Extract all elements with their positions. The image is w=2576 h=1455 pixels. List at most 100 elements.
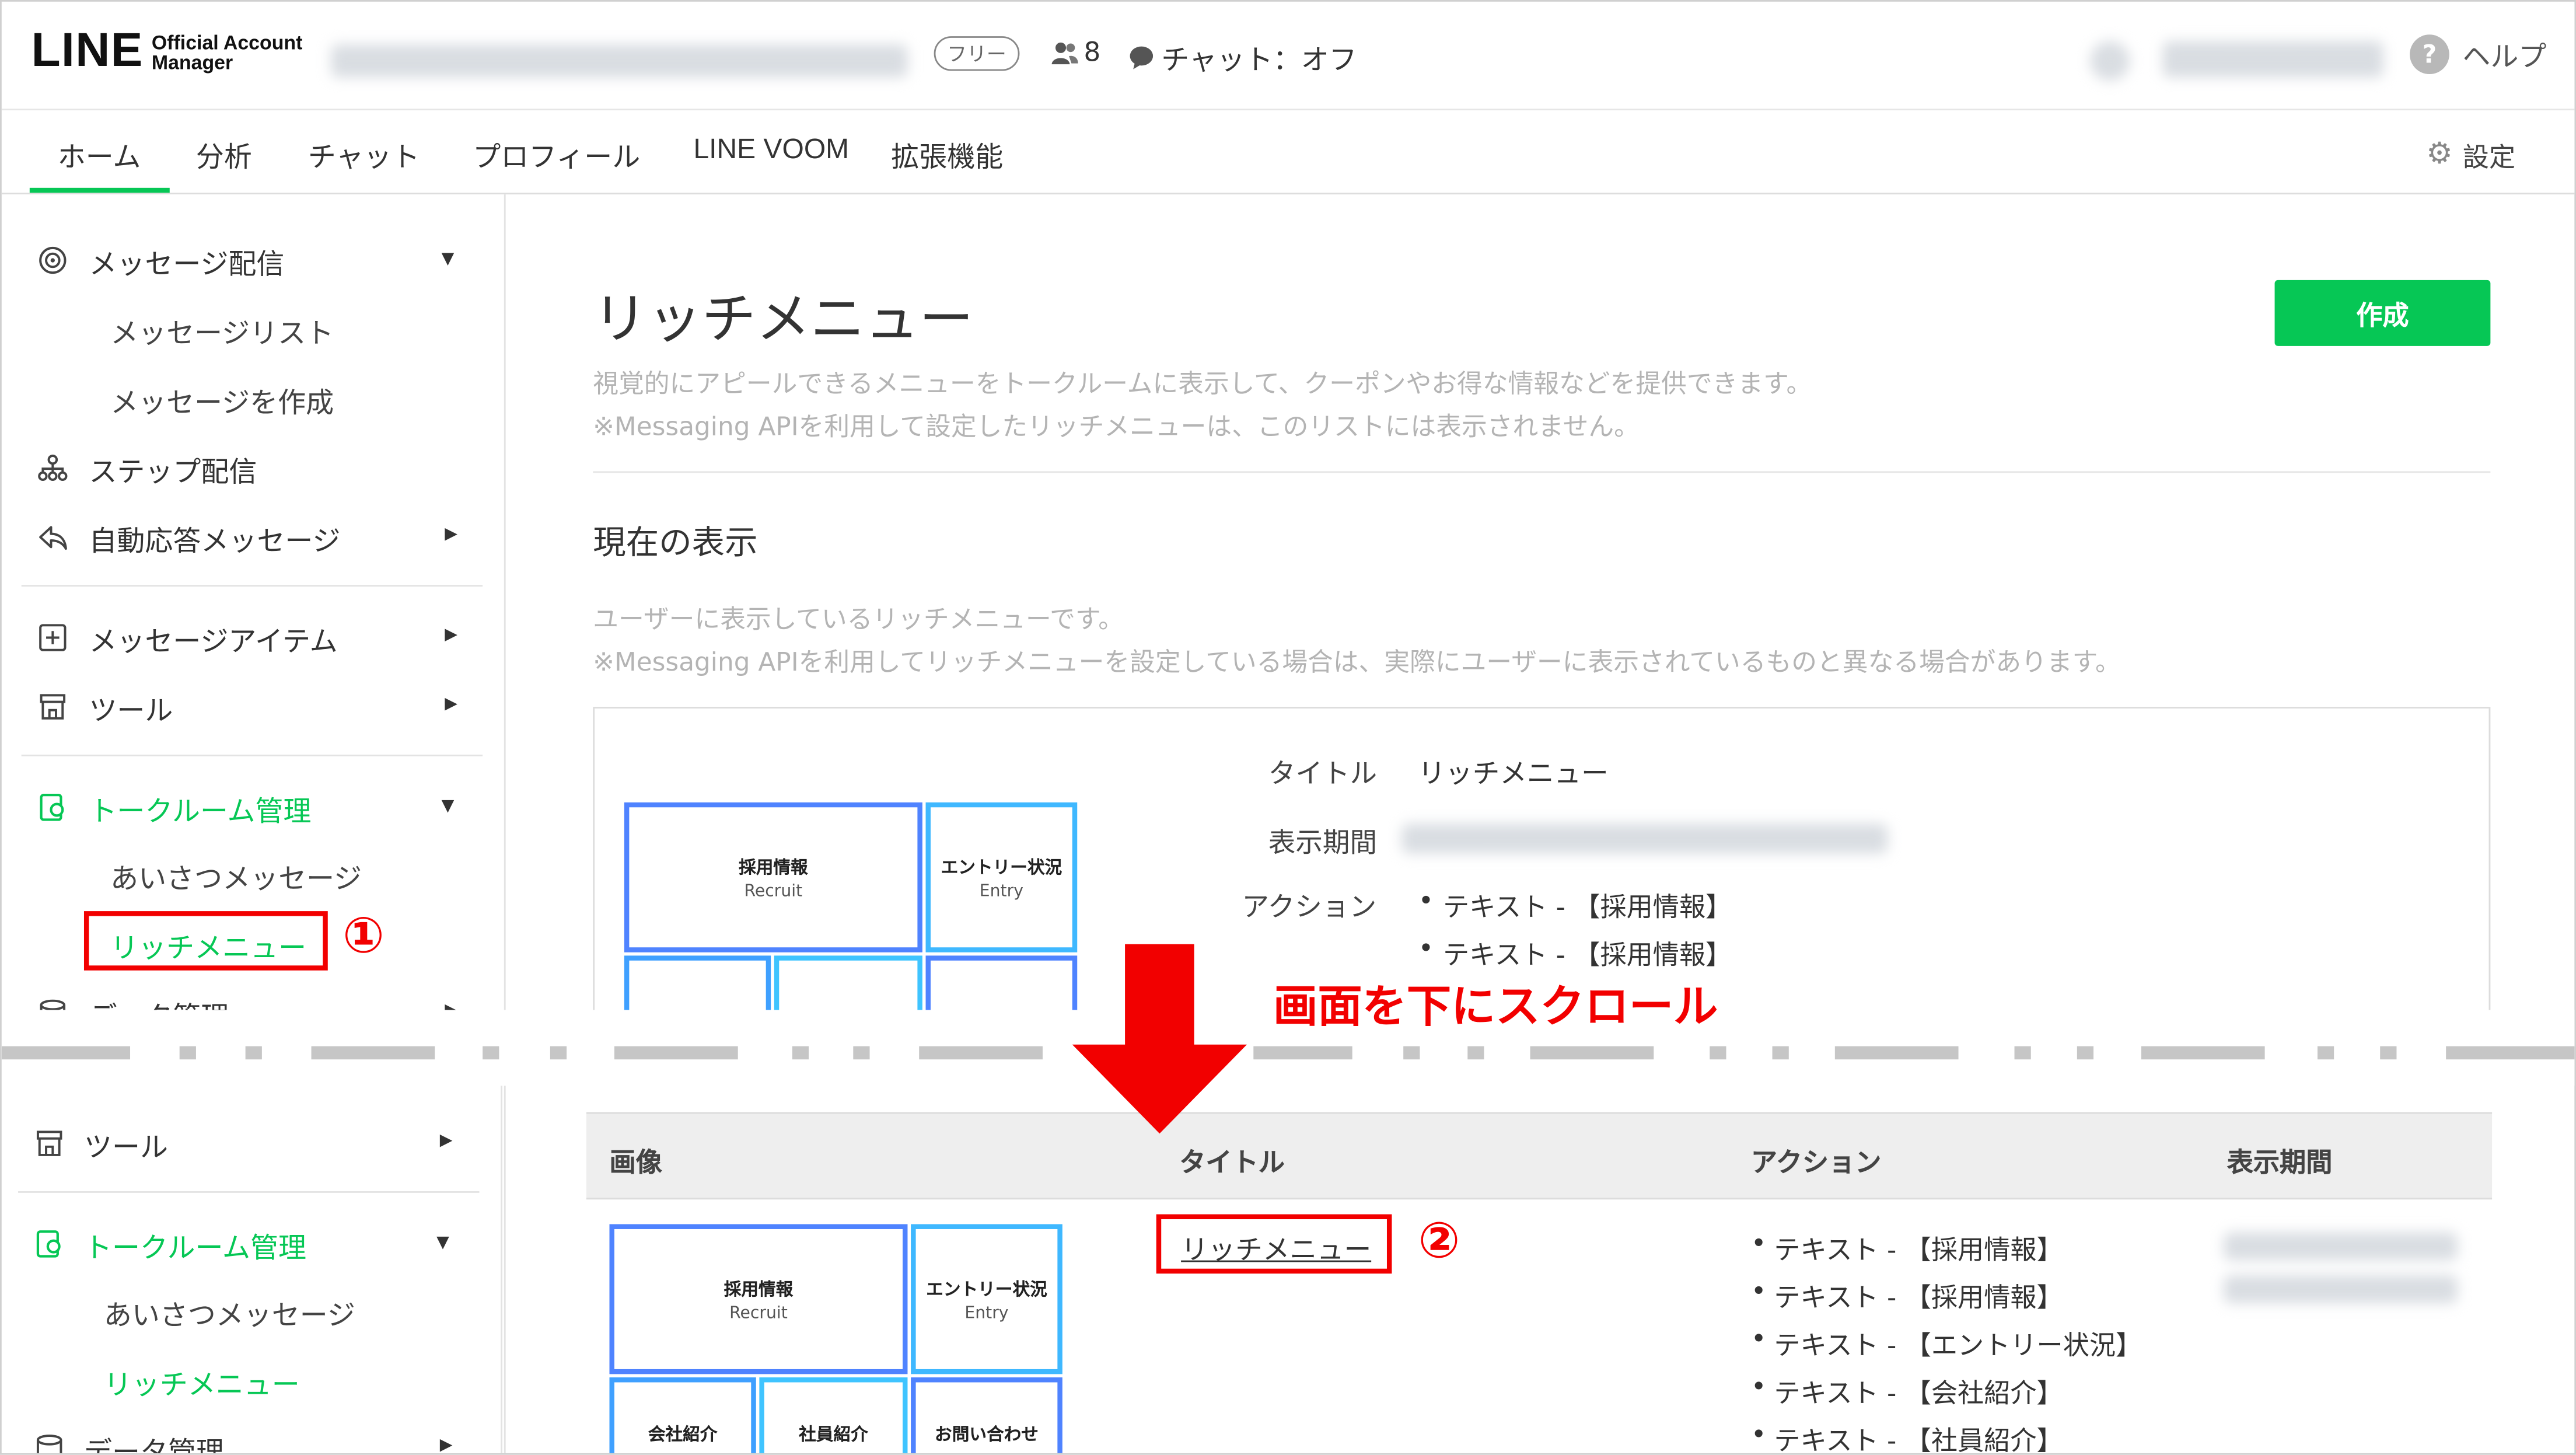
tab-home[interactable]: ホーム [58,134,141,175]
gear-icon: ⚙ [2426,137,2453,172]
separator-dash [1710,1046,1726,1060]
thumb-tile-recruit: 採用情報 Recruit [609,1224,908,1374]
page-title: リッチメニュー [593,287,974,351]
friends-icon [1051,41,1078,64]
separator-dash [1467,1046,1484,1060]
chevron-right-icon: ▶ [439,1436,453,1455]
chevron-down-icon: ▼ [441,797,455,816]
row-period-blurred-1 [2224,1232,2458,1261]
separator-dash [179,1046,196,1060]
sidebar-item-greeting[interactable]: あいさつメッセージ [104,1292,355,1332]
separator-dash [2317,1046,2334,1060]
table-row: 採用情報 Recruit エントリー状況 Entry 会社紹介 社員紹介 お問い… [586,1199,2492,1455]
create-button[interactable]: 作成 [2274,280,2491,346]
sidebar-item-talkroom-mgmt[interactable]: トークルーム管理 ▼ [38,787,466,829]
separator-dash [853,1046,870,1060]
current-display-description: ユーザーに表示しているリッチメニューです。 [593,605,1124,634]
chat-status: チャット：オフ [1128,36,1357,78]
sidebar-divider [18,1191,480,1193]
separator-dash [245,1046,262,1060]
detail-action-item: テキスト - 【採用情報】 [1442,891,1732,923]
column-header-image: 画像 [609,1146,662,1178]
separator-dash [1,1046,131,1060]
tab-extensions[interactable]: 拡張機能 [891,134,1003,175]
section-divider [593,471,2491,473]
sidebar-item-rich-menu[interactable]: リッチメニュー [104,1361,300,1402]
separator-dash [1834,1046,1959,1060]
separator-dash [483,1046,499,1060]
database-icon [36,1434,62,1453]
logo-manager: Manager [151,50,233,74]
detail-title-value: リッチメニュー [1418,758,1609,790]
detail-action-label: アクション [1242,891,1377,923]
row-action-item: テキスト - 【エントリー状況】 [1774,1330,2142,1361]
hierarchy-icon [38,454,68,481]
settings-link[interactable]: ⚙ 設定 [2426,135,2515,175]
tab-chat[interactable]: チャット [308,134,420,175]
tab-home-active-indicator [29,187,170,193]
current-display-heading: 現在の表示 [593,522,758,562]
sidebar-item-step-delivery[interactable]: ステップ配信 [38,448,466,489]
arrow-down-icon [1072,944,1247,1134]
sidebar-item-talkroom-mgmt[interactable]: トークルーム管理 ▼ [34,1224,463,1265]
rich-menu-preview[interactable]: 採用情報 Recruit エントリー状況 Entry [624,802,1078,1035]
row-period-blurred-2 [2224,1275,2458,1303]
row-action-item: テキスト - 【社員紹介】 [1774,1425,2063,1455]
sidebar-item-greeting[interactable]: あいさつメッセージ [110,855,362,896]
detail-action-bullet: • [1418,932,1434,964]
row-action-bullet: • [1750,1227,1767,1259]
broadcast-icon [39,246,67,274]
talkroom-icon [36,1230,61,1258]
account-name-blurred[interactable] [331,44,908,78]
sidebar-item-auto-reply[interactable]: 自動応答メッセージ ▶ [38,517,466,559]
logo[interactable]: LINE Official Account Manager [32,25,303,79]
logo-line-text: LINE [31,25,144,78]
column-header-action: アクション [1750,1146,1882,1178]
current-display-note: ※Messaging APIを利用してリッチメニューを設定している場合は、実際に… [593,647,2121,678]
row-action-item: テキスト - 【採用情報】 [1774,1234,2063,1266]
row-rich-menu-thumbnail[interactable]: 採用情報 Recruit エントリー状況 Entry 会社紹介 社員紹介 お問い… [609,1224,1062,1453]
tab-profile[interactable]: プロフィール [473,134,640,175]
sidebar-item-data-mgmt[interactable]: データ管理 ▶ [34,1429,463,1455]
logo-official-account: Official Account [151,30,303,54]
sidebar-item-tools[interactable]: ツール ▶ [34,1123,463,1165]
row-action-bullet: • [1750,1370,1767,1402]
chevron-right-icon: ▶ [445,626,457,644]
separator-dash [311,1046,435,1060]
table-header-row: 画像 タイトル アクション 表示期間 [586,1112,2493,1200]
chevron-down-icon: ▼ [436,1234,449,1252]
screenshot-frame: LINE Official Account Manager フリー 8 チャット… [0,0,2576,1455]
main-content: リッチメニュー 作成 視覚的にアピールできるメニューをトークルームに表示して、ク… [506,194,2575,1037]
sidebar-item-create-message[interactable]: メッセージを作成 [110,379,334,420]
sidebar-item-tools[interactable]: ツール ▶ [38,687,466,728]
scroll-instruction: 画面を下にスクロール [1273,982,1718,1034]
separator-dash [614,1046,738,1060]
tab-analytics[interactable]: 分析 [196,134,252,175]
friends-count: 8 [1051,36,1100,68]
user-avatar-blurred[interactable] [2090,41,2130,81]
separator-dash [1253,1046,1352,1060]
separator-dash [2446,1046,2575,1060]
row-action-item: テキスト - 【会社紹介】 [1774,1377,2063,1409]
highlight-box-title-link [1156,1214,1392,1274]
sidebar-item-message-list[interactable]: メッセージリスト [110,310,334,351]
tab-line-voom[interactable]: LINE VOOM [693,134,849,166]
step-2-marker: ② [1418,1212,1460,1271]
help-link[interactable]: ? ヘルプ [2410,33,2546,74]
preview-tile-entry: エントリー状況 Entry [925,802,1078,952]
column-header-period: 表示期間 [2227,1146,2333,1178]
row-action-bullet: • [1750,1418,1767,1450]
sidebar-item-message-items[interactable]: メッセージアイテム ▶ [38,618,466,659]
sidebar-divider [21,585,483,587]
detail-action-item: テキスト - 【採用情報】 [1442,939,1732,971]
sidebar-divider [21,754,483,756]
user-name-blurred[interactable] [2162,41,2383,78]
sidebar-item-message-delivery[interactable]: メッセージ配信 ▼ [38,240,466,282]
plan-badge: フリー [934,36,1020,71]
chevron-right-icon: ▶ [439,1132,453,1150]
row-action-bullet: • [1750,1323,1767,1355]
detail-title-label: タイトル [1268,758,1378,790]
store-icon [36,1130,62,1156]
separator-dash [550,1046,567,1060]
separator-dash [1530,1046,1654,1060]
